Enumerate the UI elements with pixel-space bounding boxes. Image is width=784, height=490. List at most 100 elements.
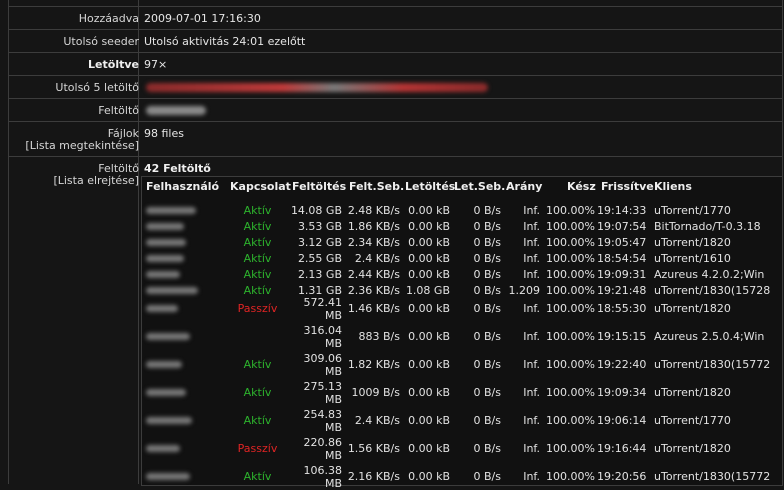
downloaded-value: 0.00 kB — [408, 470, 450, 483]
uploaded-unit: MB — [324, 365, 342, 378]
uploaded-value: 2.13 GB — [297, 268, 342, 281]
redacted-username — [146, 271, 180, 278]
connection-status: Aktív — [243, 236, 272, 249]
client-name: Azureus 2.5.0.4;Win — [654, 330, 765, 343]
updated-time: 19:09:31 — [597, 268, 647, 281]
ratio: Inf. — [523, 204, 540, 217]
col-header-download-speed[interactable]: Let.Seb. — [454, 180, 505, 193]
detail-row-files: Fájlok [Lista megtekintése] 98 files — [8, 121, 782, 156]
complete-percent: 100.00% — [546, 330, 595, 343]
upload-speed: 2.16 KB/s — [347, 470, 400, 483]
detail-row-downloaded: Letöltve 97× — [8, 52, 782, 75]
download-speed: 0 B/s — [473, 442, 501, 455]
downloaded-value: 0.00 kB — [408, 358, 450, 371]
col-header-updated[interactable]: Frissítve — [601, 180, 654, 193]
updated-time: 19:07:54 — [597, 220, 647, 233]
connection-status: Aktív — [243, 204, 272, 217]
download-speed: 0 B/s — [473, 358, 501, 371]
updated-time: 19:20:56 — [597, 470, 647, 483]
uploaded-unit: MB — [324, 337, 342, 350]
complete-percent: 100.00% — [546, 358, 595, 371]
complete-percent: 100.00% — [546, 386, 595, 399]
uploaded-unit: MB — [324, 449, 342, 462]
client-name: uTorrent/1830(15728 — [654, 284, 771, 297]
upload-speed: 1.82 KB/s — [347, 358, 400, 371]
uploaded-value: 2.55 GB — [297, 252, 342, 265]
redacted-username — [146, 417, 192, 424]
download-speed: 0 B/s — [473, 204, 501, 217]
downloaded-value: 1.08 GB — [405, 284, 450, 297]
upload-speed: 2.34 KB/s — [347, 236, 400, 249]
files-list-link[interactable]: [Lista megtekintése] — [8, 139, 139, 152]
col-header-upload-speed[interactable]: Felt.Seb. — [349, 180, 404, 193]
downloaded-label: Letöltve — [88, 58, 139, 71]
uploaded-value: 254.83 — [303, 408, 343, 421]
col-header-ratio[interactable]: Arány — [506, 180, 542, 193]
uploaded-value: 275.13 — [303, 380, 343, 393]
updated-time: 19:21:48 — [597, 284, 647, 297]
upload-speed: 2.48 KB/s — [347, 204, 400, 217]
download-speed: 0 B/s — [473, 386, 501, 399]
downloaded-value: 0.00 kB — [408, 442, 450, 455]
uploaded-value: 106.38 — [303, 464, 343, 477]
added-value: 2009-07-01 17:16:30 — [144, 12, 261, 25]
upload-speed: 1.46 KB/s — [347, 302, 400, 315]
ratio: 1.209 — [508, 284, 541, 297]
downloaded-value: 0.00 kB — [408, 220, 450, 233]
redacted-username — [146, 239, 186, 246]
connection-status: Aktív — [243, 268, 272, 281]
download-speed: 0 B/s — [473, 330, 501, 343]
ratio: Inf. — [523, 358, 540, 371]
seeders-hide-link[interactable]: [Lista elrejtése] — [8, 174, 139, 187]
complete-percent: 100.00% — [546, 220, 595, 233]
complete-percent: 100.00% — [546, 204, 595, 217]
connection-status: Aktív — [243, 386, 272, 399]
connection-status: Aktív — [243, 252, 272, 265]
uploaded-unit: MB — [324, 393, 342, 406]
ratio: Inf. — [523, 330, 540, 343]
complete-percent: 100.00% — [546, 268, 595, 281]
uploaded-value: 220.86 — [303, 436, 343, 449]
col-header-user[interactable]: Felhasználó — [146, 180, 219, 193]
client-name: uTorrent/1830(15772 — [654, 358, 771, 371]
ratio: Inf. — [523, 268, 540, 281]
updated-time: 19:09:34 — [597, 386, 647, 399]
connection-status: Aktív — [243, 358, 272, 371]
upload-speed: 2.4 KB/s — [354, 252, 400, 265]
downloaded-value: 0.00 kB — [408, 414, 450, 427]
col-header-uploaded[interactable]: Feltöltés — [292, 180, 346, 193]
complete-percent: 100.00% — [546, 284, 595, 297]
col-header-connection[interactable]: Kapcsolat — [230, 180, 291, 193]
ratio: Inf. — [523, 252, 540, 265]
redacted-username — [146, 389, 186, 396]
client-name: uTorrent/1770 — [654, 204, 731, 217]
col-header-client[interactable]: Kliens — [654, 180, 692, 193]
col-header-complete[interactable]: Kész — [567, 180, 596, 193]
uploaded-value: 14.08 GB — [290, 204, 342, 217]
download-speed: 0 B/s — [473, 236, 501, 249]
download-speed: 0 B/s — [473, 220, 501, 233]
seeders-title: 42 Feltöltő — [144, 162, 211, 175]
connection-status: Aktív — [243, 220, 272, 233]
complete-percent: 100.00% — [546, 442, 595, 455]
upload-speed: 2.36 KB/s — [347, 284, 400, 297]
client-name: uTorrent/1820 — [654, 236, 731, 249]
upload-speed: 2.44 KB/s — [347, 268, 400, 281]
downloaded-value: 0.00 kB — [408, 268, 450, 281]
col-header-downloaded[interactable]: Letöltés — [405, 180, 455, 193]
client-name: Azureus 4.2.0.2;Win — [654, 268, 765, 281]
redacted-username — [146, 473, 190, 480]
updated-time: 18:54:54 — [597, 252, 647, 265]
ratio: Inf. — [523, 220, 540, 233]
redacted-username — [146, 445, 180, 452]
detail-row-last-seeder: Utolsó seeder Utolsó aktivitás 24:01 eze… — [8, 29, 782, 52]
uploaded-value: 316.04 — [303, 324, 343, 337]
ratio: Inf. — [523, 470, 540, 483]
complete-percent: 100.00% — [546, 236, 595, 249]
redacted-username — [146, 255, 184, 262]
downloaded-value: 0.00 kB — [408, 236, 450, 249]
upload-speed: 1.86 KB/s — [347, 220, 400, 233]
upload-speed: 1.56 KB/s — [347, 442, 400, 455]
client-name: uTorrent/1770 — [654, 414, 731, 427]
downloaded-value: 0.00 kB — [408, 204, 450, 217]
